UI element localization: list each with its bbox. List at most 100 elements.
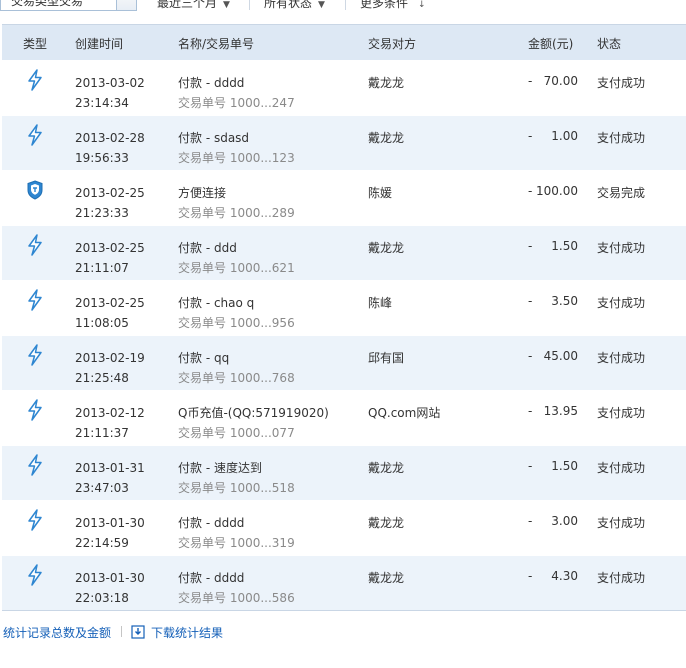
amount-sign: - [528,404,533,418]
download-icon[interactable] [131,625,145,639]
status-text: 支付成功 [597,296,646,310]
more-conditions-filter[interactable]: 更多条件 ↓ [360,0,426,11]
transaction-name-link[interactable]: 付款 - chao q [178,293,254,313]
table-row[interactable]: 2013-02-19 21:25:48 付款 - qq 交易单号 1000...768… [2,336,686,391]
transaction-name-link[interactable]: 付款 - qq [178,348,229,368]
counterparty: 戴龙龙 [368,571,405,585]
order-number: 交易单号 1000...247 [178,96,295,110]
transaction-name-link[interactable]: 付款 - dddd [178,73,244,93]
status-text: 支付成功 [597,406,646,420]
created-datetime: 2013-01-31 23:47:03 [75,458,145,498]
period-filter-label: 最近三个月 [157,0,218,10]
table-row[interactable]: 2013-02-25 11:08:05 付款 - chao q 交易单号 1000..… [2,281,686,336]
amount-value: 1.00 [551,129,578,143]
status-text: 支付成功 [597,351,646,365]
created-datetime: 2013-02-28 19:56:33 [75,128,145,168]
amount-value: 70.00 [543,74,578,88]
more-conditions-label: 更多条件 [360,0,409,10]
table-bottom-border [2,610,686,611]
column-header-type: 类型 [23,37,48,51]
transaction-name-link[interactable]: 方便连接 [178,183,226,203]
amount-value: 1.50 [551,239,578,253]
lightning-icon [26,289,44,311]
created-date: 2013-01-30 [75,516,145,530]
table-row[interactable]: 2013-02-12 21:11:37 Q币充值-(QQ:571919020) 交易单… [2,391,686,446]
stats-summary-link[interactable]: 统计记录总数及金额 [3,624,111,641]
order-number: 交易单号 1000...768 [178,371,295,385]
divider [345,0,346,10]
amount-value: 13.95 [543,404,578,418]
amount-value: 3.50 [551,294,578,308]
table-row[interactable]: 2013-01-30 22:03:18 付款 - dddd 交易单号 1000...5… [2,556,686,611]
counterparty: 戴龙龙 [368,131,405,145]
amount-sign: - [528,129,533,143]
amount-sign: - [528,74,533,88]
table-row[interactable]: 2013-02-28 19:56:33 付款 - sdasd 交易单号 1000...… [2,116,686,171]
amount-value: 3.00 [551,514,578,528]
counterparty: 戴龙龙 [368,241,405,255]
created-date: 2013-02-19 [75,351,145,365]
table-row[interactable]: 2013-03-02 23:14:34 付款 - dddd 交易单号 1000...2… [2,61,686,116]
created-date: 2013-02-25 [75,241,145,255]
table-row[interactable]: 2013-01-30 22:14:59 付款 - dddd 交易单号 1000...3… [2,501,686,556]
column-header-status: 状态 [597,37,622,51]
order-number: 交易单号 1000...319 [178,536,295,550]
status-filter[interactable]: 所有状态 ▼ [264,0,325,11]
created-time: 21:25:48 [75,371,129,385]
lightning-icon [26,564,44,586]
status-filter-label: 所有状态 [264,0,313,10]
lightning-icon [26,399,44,421]
created-time: 21:11:07 [75,261,129,275]
column-header-party: 交易对方 [368,37,417,51]
amount-value: 1.50 [551,459,578,473]
order-number: 交易单号 1000...518 [178,481,295,495]
status-text: 支付成功 [597,461,646,475]
column-header-name: 名称/交易单号 [178,37,255,51]
arrow-down-icon: ↓ [418,0,426,10]
amount-sign: - [528,459,533,473]
trade-type-value: 交易类型交易 [11,0,84,8]
created-datetime: 2013-02-25 11:08:05 [75,293,145,333]
order-number: 交易单号 1000...956 [178,316,295,330]
status-text: 支付成功 [597,571,646,585]
transaction-name-link[interactable]: 付款 - ddd [178,238,237,258]
transaction-name-link[interactable]: 付款 - dddd [178,513,244,533]
created-datetime: 2013-02-19 21:25:48 [75,348,145,388]
download-results-link[interactable]: 下载统计结果 [151,624,223,641]
lightning-icon [26,454,44,476]
status-text: 交易完成 [597,186,646,200]
amount-sign: - [528,569,533,583]
table-row[interactable]: 2013-02-25 21:23:33 方便连接 交易单号 1000...289 陈媛 -… [2,171,686,226]
table-row[interactable]: 2013-01-31 23:47:03 付款 - 速度达到交易单号 1000...5… [2,446,686,501]
created-datetime: 2013-01-30 22:03:18 [75,568,145,608]
counterparty: QQ.com网站 [368,406,441,420]
created-datetime: 2013-02-25 21:11:07 [75,238,145,278]
created-datetime: 2013-01-30 22:14:59 [75,513,145,553]
period-filter[interactable]: 最近三个月 ▼ [157,0,230,11]
created-date: 2013-02-25 [75,186,145,200]
amount-sign: - [528,349,533,363]
created-date: 2013-03-02 [75,76,145,90]
created-time: 23:14:34 [75,96,129,110]
amount-value: 45.00 [543,349,578,363]
transaction-name-link[interactable]: 付款 - dddd [178,568,244,588]
chevron-down-icon[interactable] [116,0,136,10]
table-row[interactable]: 2013-02-25 21:11:07 付款 - ddd 交易单号 1000...62… [2,226,686,281]
amount-sign: - [528,294,533,308]
created-date: 2013-02-12 [75,406,145,420]
created-datetime: 2013-03-02 23:14:34 [75,73,145,113]
created-time: 22:03:18 [75,591,129,605]
counterparty: 戴龙龙 [368,76,405,90]
table-header: 类型 创建时间 名称/交易单号 交易对方 金额(元) 状态 [2,24,686,60]
amount-sign: - [528,184,533,198]
transaction-name-link[interactable]: 付款 - sdasd [178,128,249,148]
order-number: 交易单号 1000...586 [178,591,295,605]
amount-sign: - [528,239,533,253]
status-text: 支付成功 [597,241,646,255]
created-datetime: 2013-02-25 21:23:33 [75,183,145,223]
transaction-name-link[interactable]: Q币充值-(QQ:571919020) [178,403,329,423]
trade-type-select[interactable]: 交易类型交易 [0,0,137,11]
created-time: 21:23:33 [75,206,129,220]
order-number: 交易单号 1000...289 [178,206,295,220]
transaction-name-link[interactable]: 付款 - 速度达到 [178,458,262,478]
